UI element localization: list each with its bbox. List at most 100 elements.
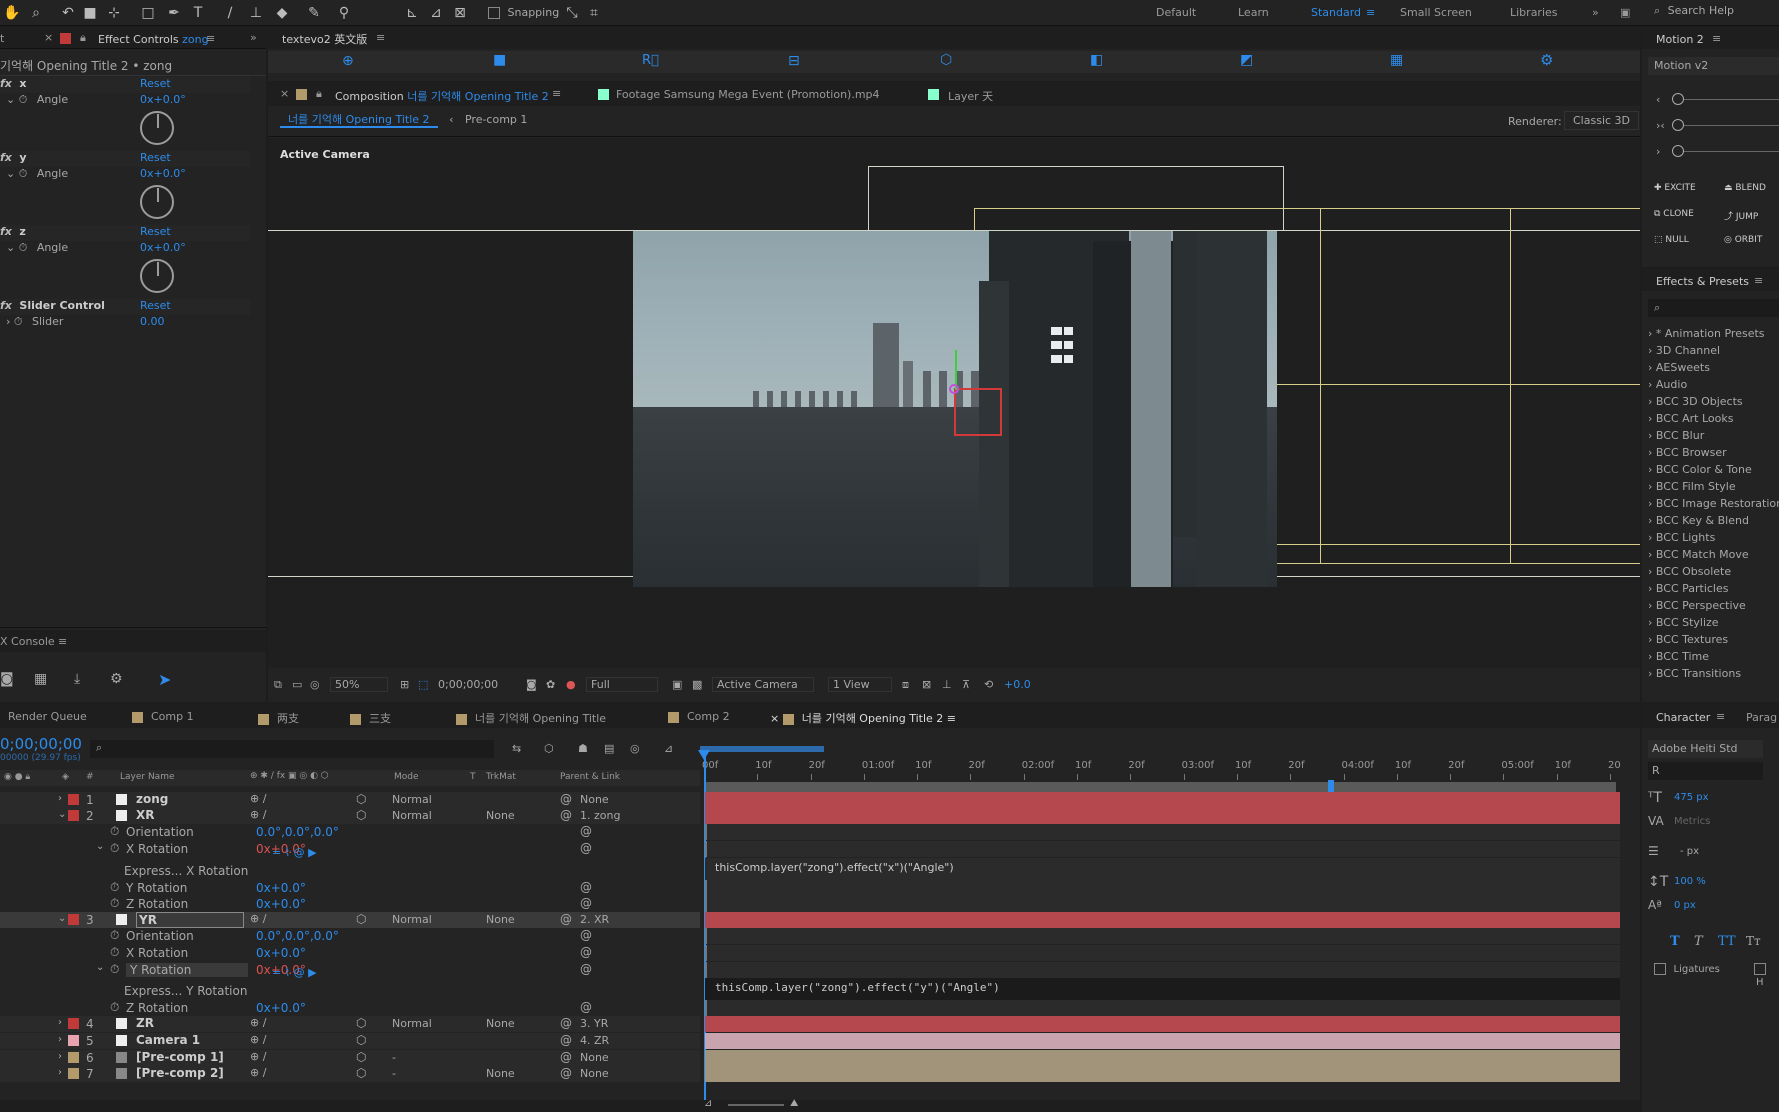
layer-duration-bar[interactable] [705, 1050, 1620, 1066]
timeline-tab[interactable]: 两支 [258, 710, 299, 726]
layer-duration-bar[interactable] [705, 792, 1620, 808]
tab-textevo[interactable]: textevo2 英文版 [282, 31, 367, 47]
panel-toggle-icon[interactable]: ▣ [1620, 6, 1630, 19]
panel-menu-icon[interactable]: ≡ [1716, 710, 1725, 723]
stopwatch-icon[interactable]: ⏱︎ [110, 896, 119, 911]
switch-icons[interactable]: ⊕ ∕ [250, 1033, 266, 1046]
preset-category-item[interactable]: › BCC Time [1648, 650, 1709, 663]
stopwatch-icon[interactable]: ⏱︎ [19, 167, 28, 180]
resolution-select[interactable]: Full [586, 677, 658, 692]
timeline-search-input[interactable]: ⌕ [90, 740, 494, 758]
cube-3d-icon[interactable]: ⬡ [356, 1050, 366, 1064]
pickwhip-icon[interactable]: @ [560, 912, 572, 926]
pickwhip-icon[interactable]: @ [560, 792, 572, 806]
slider-handle[interactable] [1672, 119, 1684, 131]
monitor-icon[interactable]: ▭ [292, 678, 302, 691]
parent-select[interactable]: None [580, 1051, 676, 1064]
switch-icons[interactable]: ⊕ ∕ [250, 1066, 266, 1079]
layer-duration-bar[interactable] [705, 1066, 1620, 1082]
chevron-left-icon[interactable]: ‹ [1656, 93, 1660, 106]
label-color-icon[interactable] [68, 914, 79, 925]
blend-mode-select[interactable]: Normal [392, 1017, 462, 1030]
grid-layout-icon[interactable]: ▦ [1390, 52, 1403, 68]
pickwhip-icon[interactable]: @ [580, 841, 592, 855]
workspace-libraries[interactable]: Libraries [1510, 6, 1558, 19]
switch-icons[interactable]: ⊕ ∕ [250, 1016, 266, 1029]
pickwhip-icon[interactable]: @ [580, 896, 592, 910]
flowchart-icon[interactable]: ⊼ [962, 678, 970, 691]
timeline-tab[interactable]: Comp 1 [132, 710, 194, 723]
clone-button[interactable]: ⧉ CLONE [1654, 209, 1694, 219]
chevron-down-icon[interactable]: ⌄ [6, 93, 15, 106]
preset-category-item[interactable]: › BCC Lights [1648, 531, 1715, 544]
switch-icons[interactable]: ⊕ ∕ [250, 1050, 266, 1063]
jump-button[interactable]: ⤴ JUMP [1724, 209, 1758, 222]
layer-row[interactable]: › 4 ZR ⊕ ∕ ⬡ Normal None @3. YR [0, 1016, 700, 1032]
font-style-select[interactable]: R [1648, 762, 1763, 780]
layer-name[interactable]: YR [136, 912, 244, 928]
preset-category-item[interactable]: › BCC 3D Objects [1648, 395, 1743, 408]
label-color-icon[interactable] [68, 1035, 79, 1046]
motion2-title[interactable]: Motion 2 [1656, 33, 1704, 46]
effect-z-header[interactable]: fx z Reset [0, 225, 250, 241]
fit-icon[interactable]: ⊞ [400, 678, 409, 691]
hindi-digits-checkbox[interactable] [1754, 963, 1766, 975]
hand-icon[interactable]: ✋ [2, 3, 22, 23]
snapshot-icon[interactable]: ◙ [526, 678, 537, 691]
workspaces-overflow-icon[interactable]: » [1592, 6, 1599, 19]
layer-duration-bar[interactable] [705, 1016, 1620, 1032]
chevron-right-icon[interactable]: ⌄ [58, 913, 66, 924]
eraser-icon[interactable]: ◆ [272, 3, 292, 23]
pickwhip-icon[interactable]: @ [580, 962, 592, 976]
x-console-title[interactable]: X Console [0, 635, 55, 648]
panel-menu-icon[interactable]: ≡ [943, 712, 956, 725]
effect-x-angle-value[interactable]: 0x+0.0° [140, 93, 186, 106]
label-color-icon[interactable] [68, 810, 79, 821]
tab-project[interactable]: t [0, 32, 4, 45]
angle-dial[interactable] [140, 111, 174, 145]
parent-select[interactable]: 1. zong [580, 809, 676, 822]
breadcrumb-item[interactable]: Pre-comp 1 [465, 113, 527, 126]
puppet-pin-icon[interactable]: ⚲ [334, 3, 354, 23]
draft-3d-icon[interactable]: ⬡ [544, 742, 554, 755]
layer-row[interactable]: › 5 Camera 1 ⊕ ∕ ⬡ @4. ZR [0, 1033, 700, 1049]
pickwhip-icon[interactable]: @ [580, 1000, 592, 1014]
close-icon[interactable]: × [44, 31, 53, 44]
effect-z-angle-value[interactable]: 0x+0.0° [140, 241, 186, 254]
slider-handle[interactable] [1672, 145, 1684, 157]
layer-name[interactable]: ZR [136, 1016, 154, 1030]
panel-menu-icon[interactable]: ≡ [376, 31, 385, 44]
stopwatch-icon[interactable]: ⏱︎ [110, 880, 119, 895]
gear-icon[interactable]: ⚙ [1540, 51, 1553, 69]
effect-slider-reset[interactable]: Reset [140, 299, 171, 312]
axis-local-icon[interactable]: ⊾ [402, 3, 422, 23]
preset-category-item[interactable]: › BCC Blur [1648, 429, 1704, 442]
snapping-toggle[interactable]: Snapping [488, 6, 559, 19]
panel-menu-icon[interactable]: ≡ [1754, 274, 1763, 287]
stopwatch-icon[interactable]: ⏱︎ [110, 824, 119, 839]
preset-category-item[interactable]: › BCC Perspective [1648, 599, 1746, 612]
label-color-icon[interactable] [68, 1018, 79, 1029]
chevron-down-icon[interactable]: ⌄ [6, 241, 15, 254]
close-icon[interactable]: × [770, 712, 783, 725]
timeline-tab[interactable]: Render Queue [8, 710, 87, 723]
roto-brush-icon[interactable]: ✎ [304, 3, 324, 23]
leading-value[interactable]: - px [1680, 846, 1699, 857]
workspace-small-screen[interactable]: Small Screen [1400, 6, 1472, 19]
cube-3d-icon[interactable]: ⬡ [356, 808, 366, 822]
blend-button[interactable]: ⏏ BLEND [1724, 183, 1766, 193]
property-value[interactable]: 0.0°,0.0°,0.0° [256, 929, 339, 943]
layer-row[interactable]: › 7 [Pre-comp 2] ⊕ ∕ ⬡ - None @ None [0, 1066, 700, 1082]
preset-category-item[interactable]: › BCC Art Looks [1648, 412, 1733, 425]
mask-icon[interactable]: ⬚ [418, 678, 428, 691]
fx-icon[interactable]: fx [0, 299, 12, 312]
pixel-aspect-icon[interactable]: ⧈ [902, 678, 909, 692]
preset-category-item[interactable]: › BCC Key & Blend [1648, 514, 1749, 527]
lock-icon[interactable]: 🔒︎ [80, 31, 86, 45]
pickwhip-icon[interactable]: @ [560, 808, 572, 822]
expression-row[interactable]: Express... Y Rotation [0, 978, 700, 1000]
shy-icon[interactable]: ☗ [578, 742, 588, 755]
rotate-icon[interactable]: ↶ [58, 3, 78, 23]
effect-z-reset[interactable]: Reset [140, 225, 171, 238]
transparency-icon[interactable]: ▩ [692, 678, 702, 691]
